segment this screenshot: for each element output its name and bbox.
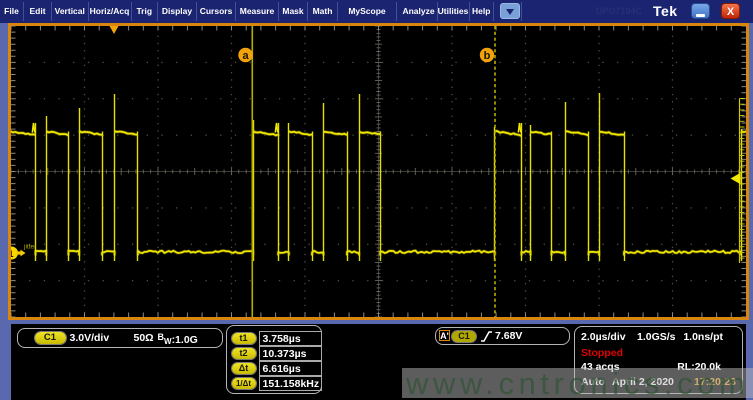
svg-text:1: 1 [11, 249, 14, 259]
svg-text:a: a [242, 50, 249, 62]
svg-text:b: b [484, 50, 491, 62]
svg-text:jitter: jitter [23, 244, 37, 251]
